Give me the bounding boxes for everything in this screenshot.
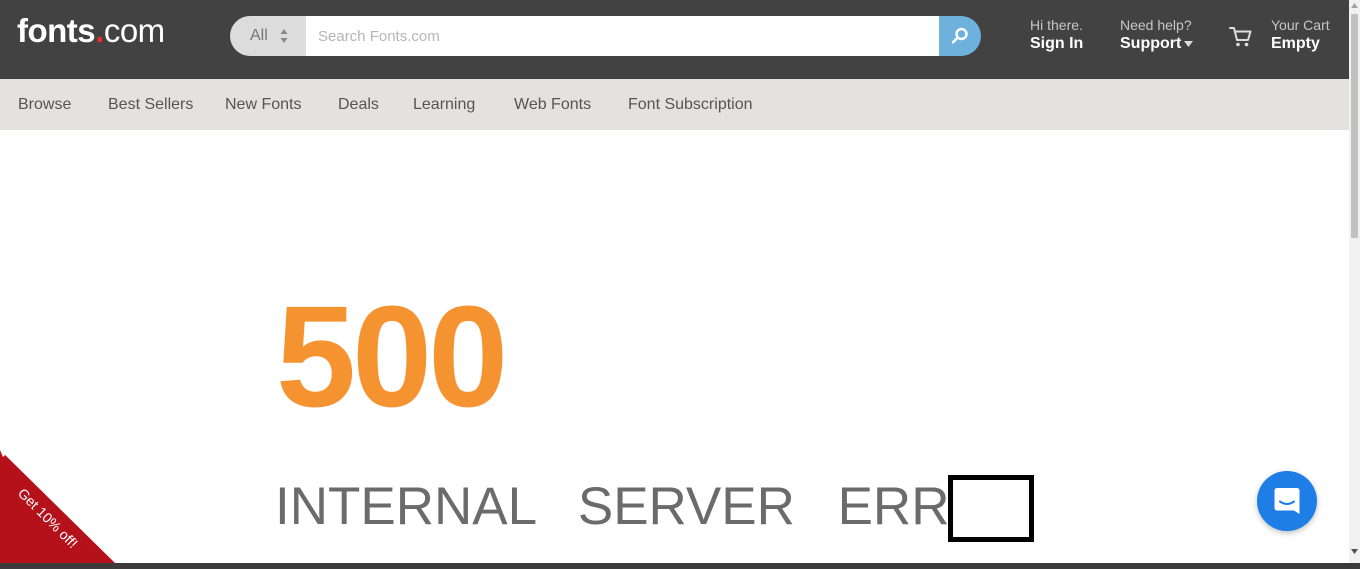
logo-dot: . xyxy=(95,12,104,49)
window-bottom-border xyxy=(0,563,1360,569)
error-message: INTERNAL SERVER ERR xyxy=(275,477,950,536)
nav-item-best-sellers[interactable]: Best Sellers xyxy=(108,79,193,130)
cart-status: Empty xyxy=(1271,35,1320,52)
search-input[interactable] xyxy=(306,16,939,56)
nav-item-browse[interactable]: Browse xyxy=(18,79,71,130)
sign-in-label: Sign In xyxy=(1030,35,1084,52)
support-menu[interactable]: Need help? Support xyxy=(1120,16,1194,54)
logo-brand: fonts xyxy=(17,12,96,49)
greeting-text: Hi there. xyxy=(1030,17,1083,33)
highlight-box xyxy=(948,475,1034,542)
logo-tld: com xyxy=(103,12,165,49)
search-bar: All xyxy=(230,16,981,56)
sign-in-link[interactable]: Hi there. Sign In xyxy=(1030,16,1083,54)
vertical-scrollbar[interactable] xyxy=(1349,0,1360,563)
caret-down-icon xyxy=(0,450,8,457)
nav-item-learning[interactable]: Learning xyxy=(413,79,475,130)
chat-bubble-icon xyxy=(1274,488,1300,514)
site-header: fonts.com All Hi there. Sign In Need hel… xyxy=(0,0,1349,79)
scroll-up-arrow-icon[interactable] xyxy=(1351,3,1358,8)
cart-link[interactable]: Your Cart Empty xyxy=(1271,16,1330,54)
search-icon xyxy=(951,27,968,44)
search-button[interactable] xyxy=(939,16,981,56)
main-nav: Browse Best Sellers New Fonts Deals Lear… xyxy=(0,79,1349,130)
cart-icon[interactable] xyxy=(1229,26,1253,48)
chevron-down-icon xyxy=(1184,40,1194,47)
chat-launcher-button[interactable] xyxy=(1257,471,1317,531)
scrollbar-thumb[interactable] xyxy=(1351,14,1358,238)
scroll-down-arrow-icon[interactable] xyxy=(1351,549,1358,554)
help-prompt: Need help? xyxy=(1120,17,1192,33)
nav-item-deals[interactable]: Deals xyxy=(338,79,379,130)
cart-prompt: Your Cart xyxy=(1271,17,1330,33)
promo-ribbon[interactable]: Get 10% off! xyxy=(0,450,115,563)
promo-ribbon-shape xyxy=(0,450,115,563)
nav-item-web-fonts[interactable]: Web Fonts xyxy=(514,79,591,130)
updown-arrows-icon xyxy=(280,29,288,43)
nav-item-new-fonts[interactable]: New Fonts xyxy=(225,79,301,130)
support-label: Support xyxy=(1120,35,1182,52)
fonts-com-logo[interactable]: fonts.com xyxy=(17,11,165,51)
nav-item-font-subscription[interactable]: Font Subscription xyxy=(628,79,753,130)
search-category-select[interactable]: All xyxy=(230,16,306,56)
search-category-value: All xyxy=(250,27,268,44)
error-code: 500 xyxy=(276,276,508,437)
